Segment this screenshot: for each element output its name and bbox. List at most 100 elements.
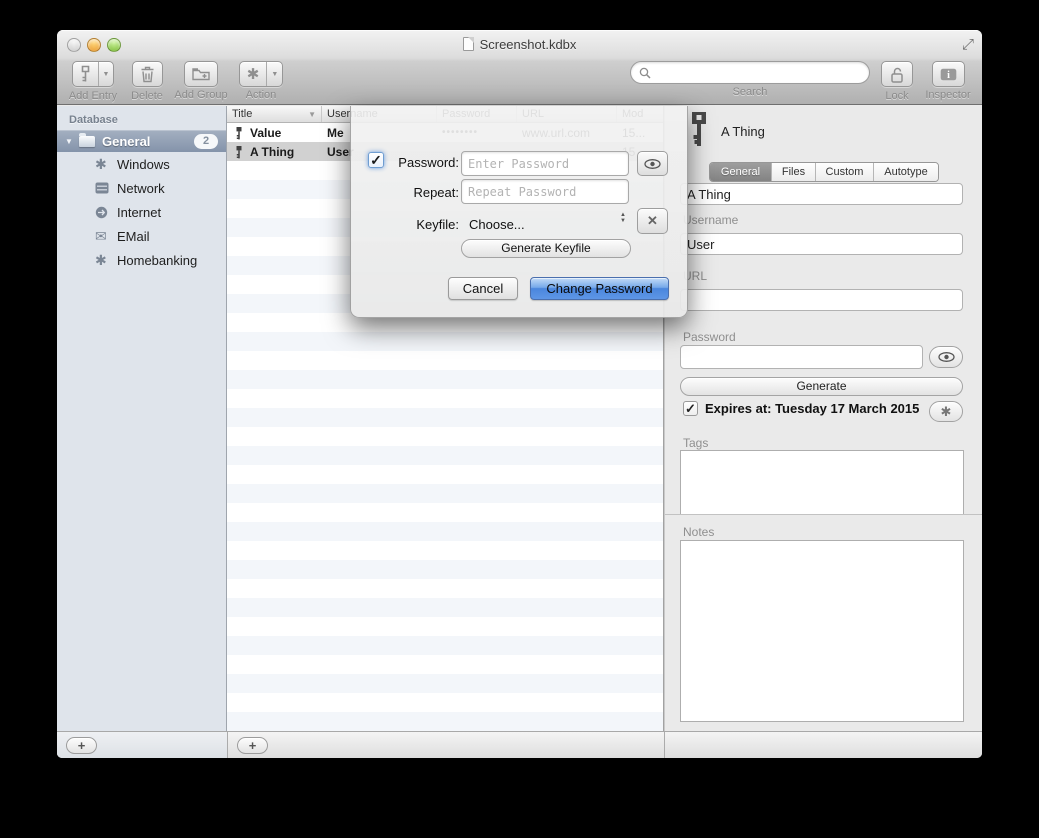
sidebar-footer: + <box>57 732 227 758</box>
add-entry-plus-button[interactable]: + <box>237 737 268 754</box>
toolbar-action: ✱ ▼ Action <box>237 61 285 101</box>
generate-keyfile-button[interactable]: Generate Keyfile <box>461 239 631 258</box>
inspector-tabs: General Files Custom Autotype <box>709 162 939 182</box>
trash-icon <box>140 66 155 83</box>
sheet-password-input[interactable] <box>461 151 629 176</box>
inspector-button[interactable]: i <box>932 61 965 87</box>
sidebar-item-label: Homebanking <box>117 253 197 268</box>
info-icon: i <box>940 68 957 81</box>
cancel-button[interactable]: Cancel <box>448 277 518 300</box>
toolbar-delete: Delete <box>127 61 167 102</box>
add-entry-label: Add Entry <box>66 90 120 102</box>
column-header-title[interactable]: Title ▼ <box>227 106 322 122</box>
sidebar-group-name: General <box>102 134 194 149</box>
expires-options-button[interactable]: ✱ <box>929 401 963 422</box>
toolbar-search: Search <box>630 61 870 98</box>
inspector-entry-title: A Thing <box>721 124 765 139</box>
svg-text:i: i <box>947 70 950 81</box>
action-button[interactable]: ✱ ▼ <box>239 61 284 87</box>
disclosure-triangle-icon[interactable]: ▼ <box>65 137 79 146</box>
tags-box[interactable] <box>680 450 964 514</box>
chevron-down-icon: ▼ <box>271 71 278 78</box>
change-password-sheet: ✓ Password: Repeat: Keyfile: Choose... ▲… <box>350 106 688 318</box>
gear-icon: ✱ <box>941 405 952 418</box>
sidebar-item-label: EMail <box>117 229 150 244</box>
bottom-bar: + + <box>57 731 982 758</box>
sheet-password-label: Password: <box>381 155 459 170</box>
key-icon <box>235 126 243 140</box>
sidebar-group-general[interactable]: ▼ General 2 <box>57 130 226 152</box>
server-icon <box>95 182 117 194</box>
add-group-button[interactable] <box>184 61 218 87</box>
chevron-down-icon: ▼ <box>103 71 110 78</box>
window-title: Screenshot.kdbx <box>480 37 577 52</box>
add-group-plus-button[interactable]: + <box>66 737 97 754</box>
sort-descending-icon: ▼ <box>308 110 316 119</box>
expires-checkbox[interactable]: ✓ <box>683 401 698 416</box>
title-field[interactable] <box>680 183 963 205</box>
tab-custom[interactable]: Custom <box>816 163 874 181</box>
sidebar: Database ▼ General 2 ✱ Windows Network <box>57 106 227 731</box>
sidebar-item-internet[interactable]: Internet <box>57 200 226 224</box>
sheet-repeat-label: Repeat: <box>381 185 459 200</box>
key-icon <box>80 65 91 83</box>
search-icon <box>639 67 651 79</box>
toolbar-lock: Lock <box>877 61 917 102</box>
search-label: Search <box>630 86 870 98</box>
folder-icon <box>79 136 95 147</box>
app-window: Screenshot.kdbx ⤢ ▼ Add Entry <box>57 30 982 758</box>
eye-icon <box>938 352 955 362</box>
change-password-button[interactable]: Change Password <box>530 277 669 300</box>
sidebar-item-email[interactable]: ✉ EMail <box>57 224 226 248</box>
expires-row: ✓ Expires at: Tuesday 17 March 2015 <box>683 401 919 416</box>
sidebar-item-homebanking[interactable]: ✱ Homebanking <box>57 248 226 272</box>
keyfile-popup[interactable]: Choose... <box>469 217 525 232</box>
generate-password-button[interactable]: Generate <box>680 377 963 396</box>
sheet-keyfile-label: Keyfile: <box>381 217 459 232</box>
sidebar-item-label: Network <box>117 181 165 196</box>
sheet-repeat-input[interactable] <box>461 179 629 204</box>
entry-count-badge: 2 <box>194 134 218 149</box>
action-label: Action <box>237 89 285 101</box>
title-and-toolbar: Screenshot.kdbx ⤢ ▼ Add Entry <box>57 30 982 105</box>
entry-title: A Thing <box>250 145 294 159</box>
unlocked-padlock-icon <box>889 66 905 83</box>
clear-keyfile-button[interactable]: ✕ <box>637 208 668 234</box>
entry-title: Value <box>250 126 281 140</box>
tab-general[interactable]: General <box>710 163 772 181</box>
window-title-area: Screenshot.kdbx <box>57 37 982 52</box>
add-entry-button[interactable]: ▼ <box>72 61 115 87</box>
username-field[interactable] <box>680 233 963 255</box>
url-field[interactable] <box>680 289 963 311</box>
folder-plus-icon <box>192 67 210 81</box>
sheet-show-password-button[interactable] <box>637 151 668 176</box>
search-input[interactable] <box>630 61 870 84</box>
expires-label: Expires at: Tuesday 17 March 2015 <box>705 401 919 416</box>
sidebar-item-network[interactable]: Network <box>57 176 226 200</box>
password-label: Password <box>683 330 736 344</box>
stepper-arrows-icon[interactable]: ▲▼ <box>620 212 626 224</box>
show-password-button[interactable] <box>929 346 963 368</box>
tags-label: Tags <box>683 436 708 450</box>
inspector-footer <box>664 732 982 758</box>
notes-label: Notes <box>683 525 714 539</box>
eye-icon <box>644 159 661 169</box>
notes-box[interactable] <box>680 540 964 722</box>
inspector-panel: A Thing General Files Custom Autotype Us… <box>664 106 982 731</box>
sidebar-item-label: Windows <box>117 157 170 172</box>
gear-icon: ✱ <box>247 67 260 82</box>
password-field[interactable] <box>680 345 923 369</box>
delete-button[interactable] <box>132 61 163 87</box>
inspector-label: Inspector <box>922 89 974 101</box>
globe-icon <box>95 206 117 219</box>
tab-files[interactable]: Files <box>772 163 816 181</box>
fullscreen-icon[interactable]: ⤢ <box>962 36 974 53</box>
column-title-label: Title <box>232 108 252 120</box>
username-label: Username <box>683 213 738 227</box>
add-group-label: Add Group <box>171 89 231 101</box>
key-icon <box>688 110 710 148</box>
sidebar-item-windows[interactable]: ✱ Windows <box>57 152 226 176</box>
lock-button[interactable] <box>881 61 913 87</box>
screenshot-stage: Screenshot.kdbx ⤢ ▼ Add Entry <box>0 0 1039 838</box>
tab-autotype[interactable]: Autotype <box>874 163 938 181</box>
